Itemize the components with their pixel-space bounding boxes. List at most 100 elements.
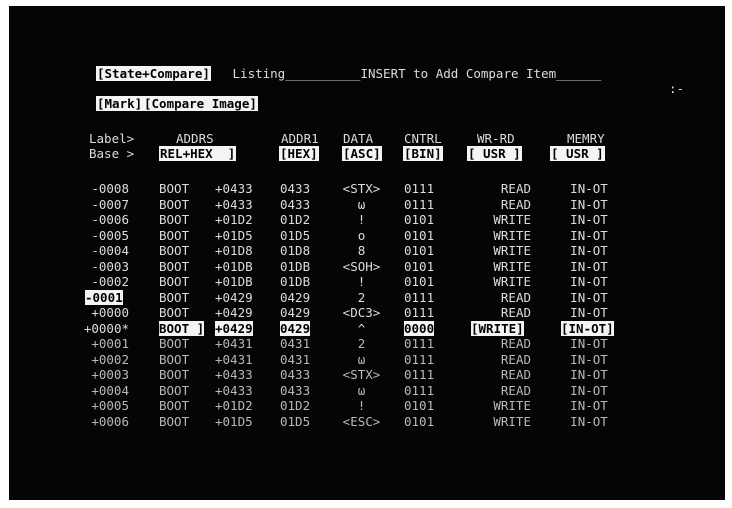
data-value: ω	[357, 351, 366, 367]
state-number: +0000*	[83, 320, 129, 336]
wrrd-value: WRITE	[493, 398, 531, 413]
wrrd-value: WRITE	[493, 227, 531, 243]
cntrl-value: 0111	[404, 289, 435, 305]
addrs-symbol: BOOT	[159, 351, 190, 367]
addrs-symbol: BOOT	[159, 212, 190, 227]
state-number: -0003	[91, 258, 129, 274]
data-value: <DC3>	[342, 305, 381, 320]
wrrd-column-title: WR-RD	[477, 131, 515, 146]
addrs-symbol[interactable]: BOOT ]	[159, 320, 205, 336]
addr1-value: 01D2	[280, 398, 311, 413]
addrs-symbol: BOOT	[159, 305, 190, 320]
data-value: 2	[357, 289, 366, 305]
wrrd-value: READ	[500, 196, 531, 212]
addrs-symbol: BOOT	[159, 227, 190, 243]
memry-value: IN-OT	[570, 336, 608, 351]
table-row: -0006 BOOT +01D2 01D2! 0101 WRITE IN-OT	[9, 212, 725, 228]
state-number: -0002	[91, 274, 129, 289]
table-row: -0008 BOOT +0433 0433 <STX> 0111 READ IN-OT	[9, 181, 725, 197]
memry-value[interactable]: [IN-OT]	[561, 320, 614, 336]
state-number: +0002	[91, 351, 129, 367]
table-row: +0003 BOOT +0433 0433 <STX> 0111 READ IN-OT	[9, 367, 725, 383]
memry-value: IN-OT	[570, 398, 608, 413]
state-number[interactable]: -0001	[85, 289, 123, 305]
memry-value: IN-OT	[570, 258, 608, 274]
memry-value: IN-OT	[570, 212, 608, 227]
addrs-symbol: BOOT	[159, 413, 190, 429]
addr1-value: 01D5	[280, 227, 311, 243]
data-value: <ESC>	[342, 413, 381, 429]
memry-value: IN-OT	[570, 351, 608, 367]
state-number: -0004	[91, 243, 129, 258]
wrrd-value: WRITE	[493, 413, 531, 429]
addr1-value[interactable]: 0429	[280, 320, 311, 336]
memry-base-field[interactable]: [ USR ]	[550, 146, 605, 161]
state-number: +0000	[91, 305, 129, 320]
addr1-value: 01DB	[280, 258, 311, 274]
wrrd-base-field[interactable]: [ USR ]	[467, 146, 522, 161]
addr1-value: 01D8	[280, 243, 311, 258]
cntrl-value: 0101	[404, 212, 435, 227]
addrs-symbol: BOOT	[159, 274, 190, 289]
wrrd-value: WRITE	[493, 212, 531, 227]
mark-field[interactable]: [Mark]	[96, 96, 144, 111]
addrs-symbol: BOOT	[159, 398, 190, 413]
addrs-offset: +01D8	[215, 243, 253, 258]
cntrl-value: 0111	[404, 336, 435, 351]
addrs-offset: +0433	[215, 181, 253, 196]
addrs-base-field[interactable]: REL+HEX ]	[159, 146, 237, 161]
cursor-indicator: :-	[669, 81, 685, 96]
data-value: ω	[357, 382, 366, 398]
addr1-value: 0433	[280, 181, 311, 196]
addrs-offset: +0433	[215, 196, 253, 212]
table-row[interactable]: +0000* BOOT ] +0429 0429 ^ 0000 [WRITE] [IN-OT]	[9, 320, 725, 337]
cntrl-value[interactable]: 0000	[404, 320, 435, 336]
state-number: +0004	[91, 382, 129, 398]
state-number: +0005	[91, 398, 129, 413]
addr1-value: 0429	[280, 305, 311, 320]
cntrl-value: 0101	[404, 398, 435, 413]
addr1-value: 0431	[280, 351, 311, 367]
state-number: -0008	[91, 181, 129, 196]
logic-analyzer-screen: [State+Compare] Listing__________INSERT …	[9, 6, 725, 500]
addr1-value: 0433	[280, 367, 311, 382]
addrs-offset: +01D5	[215, 413, 253, 429]
addr1-value: 01D5	[280, 413, 311, 429]
addrs-symbol: BOOT	[159, 289, 190, 305]
table-row: -0002 BOOT +01DB 01DB! 0101 WRITE IN-OT	[9, 274, 725, 290]
wrrd-value[interactable]: [WRITE]	[471, 320, 524, 336]
cntrl-value: 0111	[404, 196, 435, 212]
addrs-offset: +01DB	[215, 274, 253, 289]
wrrd-value: WRITE	[493, 243, 531, 258]
addr1-base-field[interactable]: [HEX]	[279, 146, 319, 161]
memry-value: IN-OT	[570, 243, 608, 258]
cntrl-value: 0111	[404, 181, 435, 196]
addrs-offset: +0433	[215, 382, 253, 398]
addrs-offset: +0431	[215, 351, 253, 367]
table-row: +0000 BOOT +0429 0429 <DC3> 0111 READ IN-OT	[9, 305, 725, 321]
cntrl-value: 0111	[404, 351, 435, 367]
addrs-column-title: ADDRS	[176, 131, 214, 146]
addrs-offset: +01D2	[215, 212, 253, 227]
compare-image-field[interactable]: [Compare Image]	[143, 96, 258, 111]
addr1-value: 0431	[280, 336, 311, 351]
wrrd-value: READ	[500, 305, 531, 320]
cntrl-value: 0101	[404, 274, 435, 289]
cntrl-value: 0111	[404, 305, 435, 320]
wrrd-value: WRITE	[493, 258, 531, 274]
addrs-offset[interactable]: +0429	[215, 320, 253, 336]
table-row: -0005 BOOT +01D5 01D5 o 0101 WRITE IN-OT	[9, 228, 725, 244]
addrs-symbol: BOOT	[159, 367, 190, 382]
cntrl-base-field[interactable]: [BIN]	[403, 146, 443, 161]
addrs-symbol: BOOT	[159, 181, 190, 196]
table-row: +0001 BOOT +0431 0431 2 0111 READ IN-OT	[9, 336, 725, 352]
cntrl-column-title: CNTRL	[404, 131, 442, 146]
wrrd-value: READ	[500, 382, 531, 398]
table-row: -0003 BOOT +01DB 01DB <SOH> 0101 WRITE IN-OT	[9, 259, 725, 275]
state-compare-field[interactable]: [State+Compare]	[96, 66, 211, 81]
memry-value: IN-OT	[570, 196, 608, 212]
state-number: -0005	[91, 227, 129, 243]
data-base-field[interactable]: [ASC]	[342, 146, 382, 161]
memry-value: IN-OT	[570, 382, 608, 398]
addr1-value: 0433	[280, 382, 311, 398]
